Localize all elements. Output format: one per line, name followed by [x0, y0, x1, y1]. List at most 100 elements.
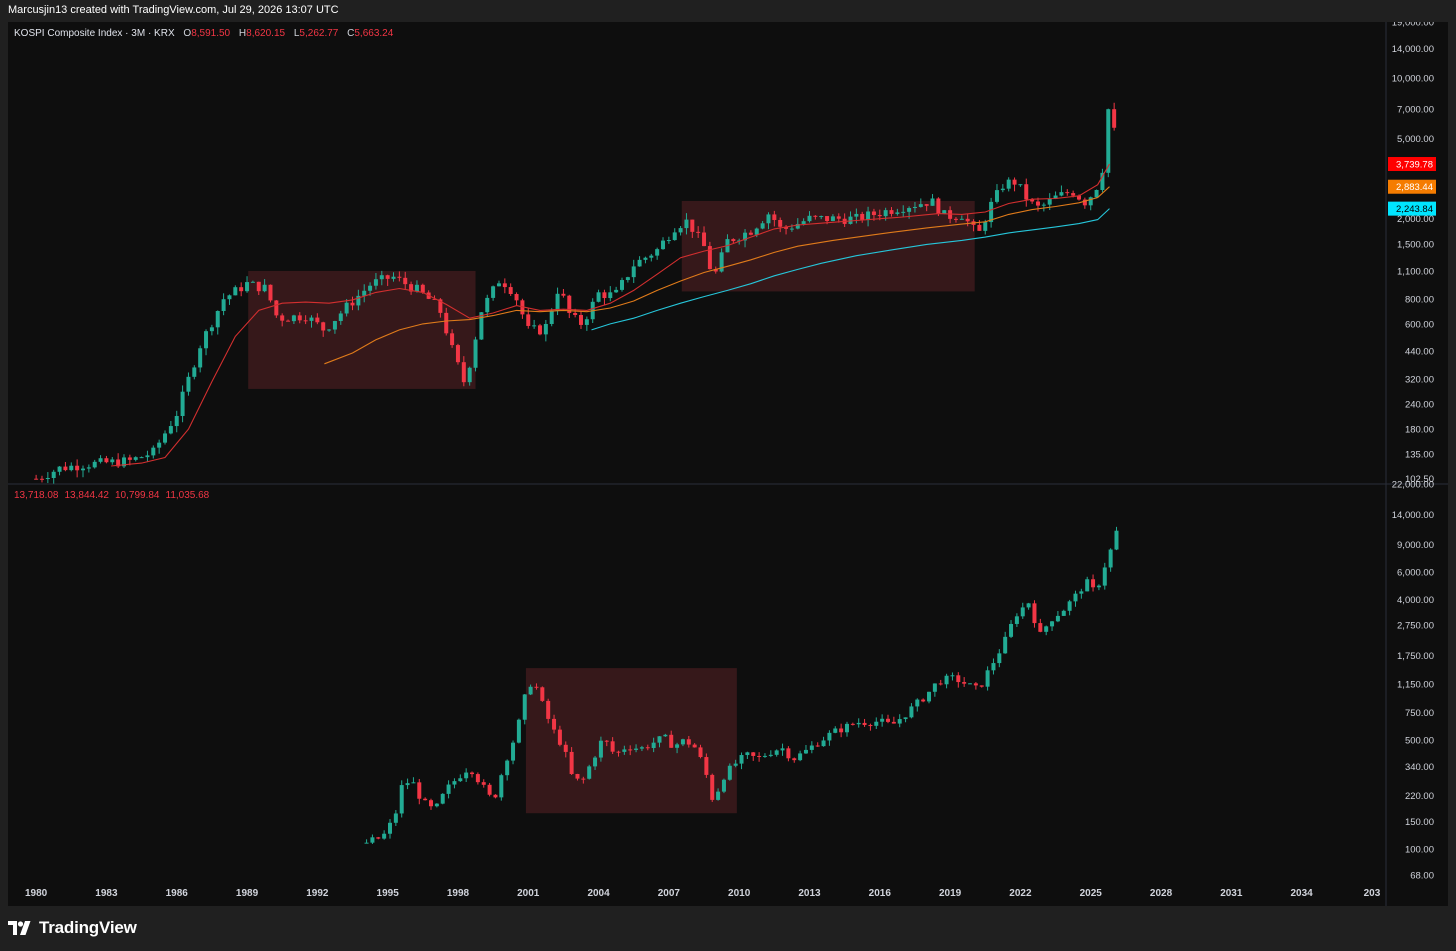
- candle-body: [1091, 579, 1096, 588]
- candle-body: [245, 282, 250, 292]
- candle-body: [930, 198, 935, 206]
- candle-body: [985, 670, 990, 687]
- candle-body: [411, 782, 416, 784]
- candle-body: [830, 216, 835, 221]
- candle-body: [1061, 610, 1066, 616]
- candle-body: [839, 728, 844, 733]
- candle-body: [461, 362, 466, 383]
- candle-body: [233, 287, 238, 296]
- candle-body: [889, 210, 894, 214]
- candle-body: [561, 293, 566, 296]
- candle-body: [645, 747, 650, 749]
- candle-body: [909, 706, 914, 718]
- candle-body: [420, 284, 425, 293]
- candle-body: [587, 766, 592, 779]
- candle-body: [502, 283, 507, 288]
- candle-body: [516, 719, 521, 743]
- price-tick-label: 1,750.00: [1397, 651, 1434, 662]
- candle-body: [733, 763, 738, 766]
- candle-body: [666, 240, 671, 242]
- candle-body: [874, 721, 879, 726]
- price-tick-label: 340.00: [1405, 762, 1434, 773]
- candle-body: [403, 277, 408, 285]
- candle-body: [485, 297, 490, 313]
- candle-body: [470, 772, 475, 775]
- time-tick-label: 1986: [166, 888, 189, 899]
- candle-body: [332, 321, 337, 330]
- candle-body: [854, 213, 859, 217]
- candle-body: [860, 213, 865, 221]
- candle-body: [280, 315, 285, 321]
- candles: [364, 526, 1119, 845]
- candle-body: [362, 290, 367, 296]
- chart-canvas[interactable]: 19,000.00 14,000.00 10,000.00 7,000.00 5,000…: [8, 22, 1448, 906]
- candle-body: [204, 331, 209, 349]
- candle-body: [569, 751, 574, 774]
- candle-body: [274, 300, 279, 316]
- candle-body: [440, 793, 445, 804]
- candle-body: [637, 259, 642, 267]
- candle-body: [751, 752, 756, 756]
- candle-body: [680, 739, 685, 745]
- candle-body: [897, 719, 902, 724]
- candle-body: [344, 302, 349, 314]
- candle-body: [1024, 184, 1029, 200]
- candle-body: [444, 312, 449, 334]
- time-tick-label: 2013: [798, 888, 821, 899]
- candle-body: [286, 320, 291, 322]
- candle-body: [616, 751, 621, 753]
- candle-body: [543, 323, 548, 335]
- price-tick-label: 600.00: [1405, 319, 1434, 330]
- candle-body: [792, 758, 797, 761]
- candle-body: [678, 228, 683, 233]
- credit-text: Marcusjin13 created with TradingView.com…: [8, 4, 339, 16]
- candle-body: [467, 367, 472, 383]
- time-tick-label: 2004: [587, 888, 610, 899]
- candle-body: [1012, 179, 1017, 185]
- price-tick-label: 440.00: [1405, 346, 1434, 357]
- candle-body: [815, 745, 820, 747]
- candle-body: [104, 458, 109, 463]
- chart-frame[interactable]: 19,000.00 14,000.00 10,000.00 7,000.00 5,000…: [8, 22, 1448, 906]
- candle-body: [895, 212, 900, 214]
- candle-body: [798, 753, 803, 761]
- candle-body: [620, 280, 625, 290]
- price-tick-label: 4,000.00: [1397, 595, 1434, 606]
- tradingview-brand: TradingView: [39, 918, 137, 937]
- candle-body: [997, 653, 1002, 664]
- candle-body: [871, 211, 876, 216]
- price-tick-label: 750.00: [1405, 708, 1434, 719]
- price-badge-label: 3,739.78: [1396, 160, 1433, 171]
- candle-body: [239, 287, 244, 292]
- tradingview-logo[interactable]: TradingView: [8, 918, 137, 938]
- candle-body: [452, 781, 457, 785]
- candle-body: [391, 276, 396, 279]
- candle-body: [801, 221, 806, 224]
- candle-body: [1102, 567, 1107, 586]
- candle-body: [915, 699, 920, 707]
- price-tick-label: 19,000.00: [1392, 22, 1434, 29]
- candle-body: [1032, 603, 1037, 624]
- candle-body: [836, 216, 841, 219]
- candle-body: [526, 314, 531, 326]
- candle-body: [762, 755, 767, 757]
- time-tick-label: 2007: [658, 888, 681, 899]
- candle-body: [704, 757, 709, 775]
- candle-body: [163, 433, 168, 443]
- price-tick-label: 500.00: [1405, 736, 1434, 747]
- candle-body: [655, 249, 660, 256]
- open-value-2: 13,718.08: [14, 490, 59, 501]
- time-tick-label: 1992: [306, 888, 329, 899]
- candle-body: [774, 750, 779, 755]
- price-tick-label: 10,000.00: [1392, 74, 1434, 85]
- candle-body: [748, 232, 753, 235]
- candle-body: [850, 723, 855, 725]
- price-tick-label: 9,000.00: [1397, 540, 1434, 551]
- candle-body: [690, 219, 695, 232]
- candle-body: [696, 231, 701, 233]
- candle-body: [180, 391, 185, 416]
- candle-body: [727, 765, 732, 780]
- candle-body: [868, 725, 873, 727]
- time-tick-label: 1998: [447, 888, 470, 899]
- candle-body: [496, 283, 501, 287]
